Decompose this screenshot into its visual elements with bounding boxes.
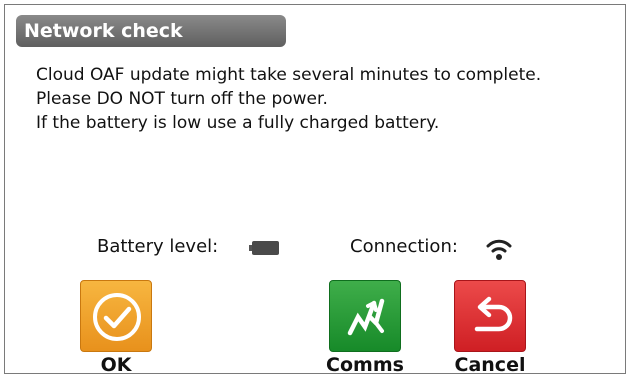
comms-button-label[interactable]: Comms <box>305 354 425 376</box>
comms-button[interactable] <box>329 280 401 352</box>
signal-zigzag-icon <box>347 298 385 336</box>
wifi-icon <box>485 236 513 262</box>
connection-label: Connection: <box>350 236 458 257</box>
ok-button[interactable] <box>80 280 152 352</box>
dialog-title: Network check <box>16 15 286 47</box>
battery-level-label: Battery level: <box>97 236 219 257</box>
dialog-message: Cloud OAF update might take several minu… <box>36 63 616 135</box>
cancel-button[interactable] <box>454 280 526 352</box>
battery-icon <box>249 240 279 256</box>
ok-button-label[interactable]: OK <box>56 354 176 376</box>
checkmark-circle-icon <box>93 293 141 341</box>
message-line: Please DO NOT turn off the power. <box>36 89 328 109</box>
message-line: Cloud OAF update might take several minu… <box>36 65 542 85</box>
return-arrow-icon <box>474 296 513 332</box>
message-line: If the battery is low use a fully charge… <box>36 113 440 133</box>
cancel-button-label[interactable]: Cancel <box>430 354 550 376</box>
